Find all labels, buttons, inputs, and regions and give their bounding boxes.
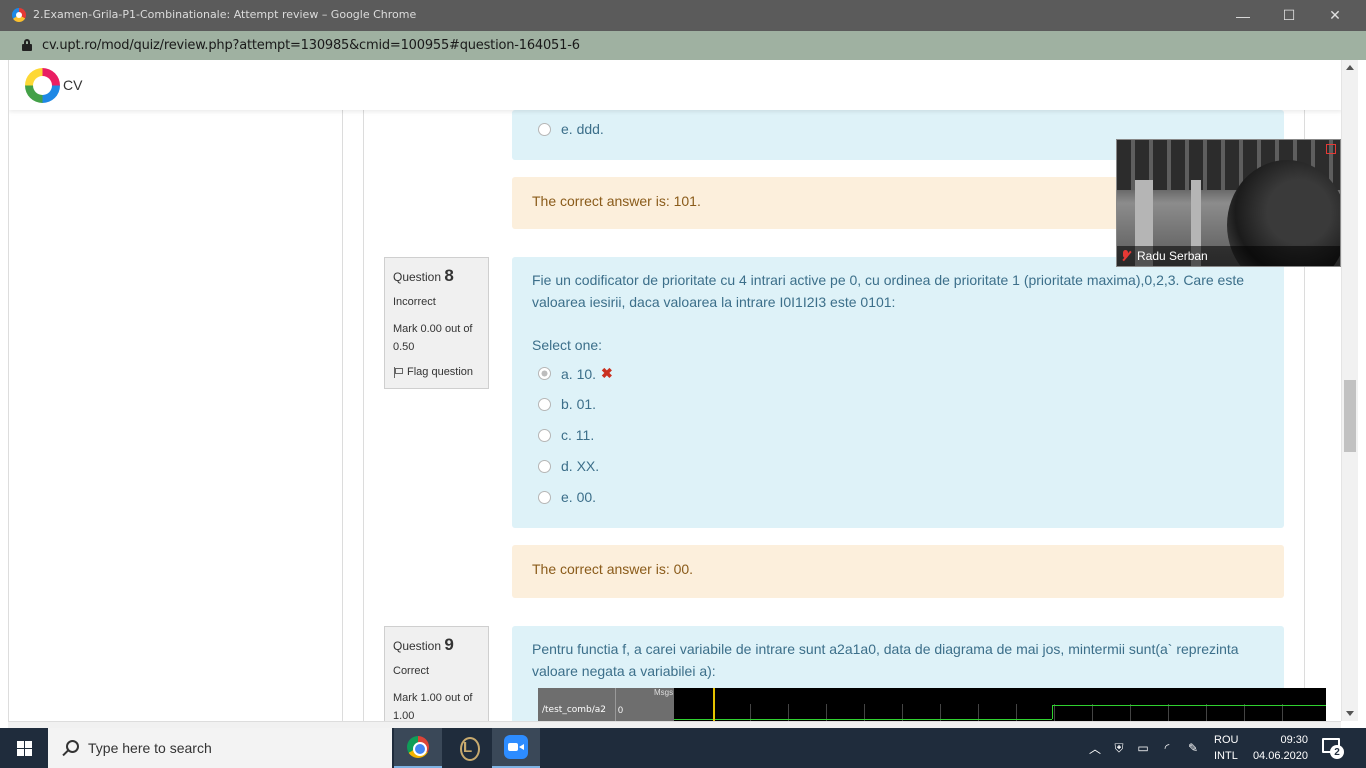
mic-off-icon — [1121, 250, 1131, 262]
waveform-gridline — [1168, 704, 1169, 721]
question-8-option-c[interactable]: c. 11. — [538, 427, 594, 443]
url-text[interactable]: cv.upt.ro/mod/quiz/review.php?attempt=13… — [42, 38, 580, 53]
site-logo-text[interactable]: CV — [63, 77, 82, 93]
waveform-gridline — [1054, 704, 1055, 721]
question-8-correct-answer: The correct answer is: 00. — [532, 561, 694, 577]
question-8-option-a[interactable]: a. 10. ✖ — [538, 365, 613, 382]
tray-pen-icon[interactable]: ✎ — [1184, 728, 1202, 768]
webcam-participant-name: Radu Serban — [1137, 249, 1208, 263]
question-8-heading: Question 8 — [393, 266, 454, 285]
question-8-body: Fie un codificator de prioritate cu 4 in… — [512, 257, 1284, 528]
address-bar[interactable]: cv.upt.ro/mod/quiz/review.php?attempt=13… — [0, 31, 1366, 60]
question-9-info: Question 9 Correct Mark 1.00 out of 1.00 — [384, 626, 489, 721]
radio-button[interactable] — [538, 122, 551, 136]
question-8-feedback: The correct answer is: 00. — [512, 545, 1284, 598]
vertical-scrollbar[interactable] — [1341, 60, 1358, 721]
question-8-option-b[interactable]: b. 01. — [538, 396, 596, 412]
flag-icon — [393, 366, 403, 378]
clock-date: 04.06.2020 — [1252, 750, 1308, 762]
waveform-gridline — [1130, 704, 1131, 721]
tray-wifi-icon[interactable]: ◜ — [1158, 728, 1176, 768]
site-logo[interactable] — [25, 68, 60, 103]
scroll-up-icon[interactable] — [1346, 65, 1354, 70]
clock-time: 09:30 — [1280, 734, 1308, 746]
favicon-icon — [12, 8, 26, 22]
tray-overflow-icon[interactable]: ︿ — [1086, 728, 1104, 768]
site-navbar: CV — [9, 60, 1341, 110]
incorrect-icon: ✖ — [601, 365, 613, 381]
question-9-body: Pentru functia f, a carei variabile de i… — [512, 626, 1326, 721]
waveform-msgs-label: Msgs — [654, 688, 674, 697]
question-9-text: Pentru functia f, a carei variabile de i… — [532, 641, 1239, 679]
windows-logo-icon — [16, 740, 32, 756]
waveform-gridline — [1092, 704, 1093, 721]
question-9-number: 9 — [444, 635, 454, 654]
close-button[interactable]: ✕ — [1312, 0, 1358, 31]
taskbar-search[interactable]: Type here to search — [48, 728, 392, 768]
left-column — [9, 110, 343, 721]
scrollbar-thumb[interactable] — [1344, 380, 1356, 452]
waveform-gridline — [1282, 704, 1283, 721]
browser-title-bar: 2.Examen-Grila-P1-Combinationale: Attemp… — [0, 0, 1366, 31]
window-title: 2.Examen-Grila-P1-Combinationale: Attemp… — [33, 8, 417, 21]
webcam-overlay[interactable]: Radu Serban — [1116, 139, 1341, 267]
windows-taskbar: Type here to search ︿ ⛨ ▭ ◜ ✎ ROU INTL 0… — [0, 728, 1366, 768]
taskbar-clock[interactable]: 09:30 04.06.2020 — [1252, 732, 1308, 764]
zoom-icon — [504, 735, 528, 759]
question-8-prompt: Select one: — [532, 337, 603, 353]
question-8-grade: Mark 0.00 out of 0.50 — [393, 323, 473, 353]
question-8-flag[interactable]: Flag question — [393, 366, 480, 378]
notification-center-button[interactable]: 2 — [1322, 738, 1344, 759]
taskbar-zoom[interactable] — [492, 728, 540, 768]
chrome-icon — [407, 736, 429, 758]
taskbar-chrome[interactable] — [394, 728, 442, 768]
waveform-signal-high — [1052, 705, 1326, 706]
webcam-name-bar: Radu Serban — [1117, 246, 1340, 266]
taskbar-league-client[interactable] — [444, 728, 492, 768]
input-language[interactable]: ROU INTL — [1214, 732, 1238, 764]
league-of-legends-icon — [458, 737, 480, 761]
radio-button[interactable] — [538, 397, 551, 411]
notification-count: 2 — [1330, 745, 1344, 759]
tray-battery-icon[interactable]: ▭ — [1134, 728, 1152, 768]
search-icon — [62, 740, 79, 756]
question-8-option-d[interactable]: d. XX. — [538, 458, 599, 474]
scroll-down-icon[interactable] — [1346, 711, 1354, 716]
horizontal-scrollbar[interactable] — [8, 721, 1341, 728]
waveform-gridline — [1244, 704, 1245, 721]
question-9-heading: Question 9 — [393, 635, 454, 654]
waveform-signal-name: /test_comb/a2 — [542, 705, 607, 715]
prev-correct-answer: The correct answer is: 101. — [532, 193, 701, 209]
question-8-info: Question 8 Incorrect Mark 0.00 out of 0.… — [384, 257, 489, 389]
maximize-button[interactable]: ☐ — [1266, 0, 1312, 31]
waveform-signal-low — [674, 719, 1052, 720]
question-8-text: Fie un codificator de prioritate cu 4 in… — [532, 272, 1245, 310]
question-8-number: 8 — [444, 266, 454, 285]
waveform-signal-value: 0 — [618, 705, 624, 715]
minimize-button[interactable]: — — [1220, 0, 1266, 31]
prev-option-e[interactable]: e. ddd. — [538, 121, 604, 137]
search-placeholder[interactable]: Type here to search — [88, 740, 212, 756]
radio-button[interactable] — [538, 490, 551, 504]
waveform-signal-edge — [1052, 705, 1053, 719]
question-8-option-e[interactable]: e. 00. — [538, 489, 596, 505]
radio-button[interactable] — [538, 459, 551, 473]
radio-button-selected[interactable] — [538, 367, 551, 380]
start-button[interactable] — [0, 728, 48, 768]
radio-button[interactable] — [538, 428, 551, 442]
question-9-grade: Mark 1.00 out of 1.00 — [393, 692, 473, 721]
waveform-gridline — [1206, 704, 1207, 721]
waveform-image: Msgs /test_comb/a2 0 — [538, 688, 1326, 721]
question-9-state: Correct — [393, 665, 430, 677]
tray-shield-icon[interactable]: ⛨ — [1110, 728, 1128, 768]
waveform-cursor — [713, 688, 715, 721]
lock-icon — [22, 39, 32, 51]
webcam-status-icon — [1326, 144, 1336, 154]
question-8-state: Incorrect — [393, 296, 436, 308]
